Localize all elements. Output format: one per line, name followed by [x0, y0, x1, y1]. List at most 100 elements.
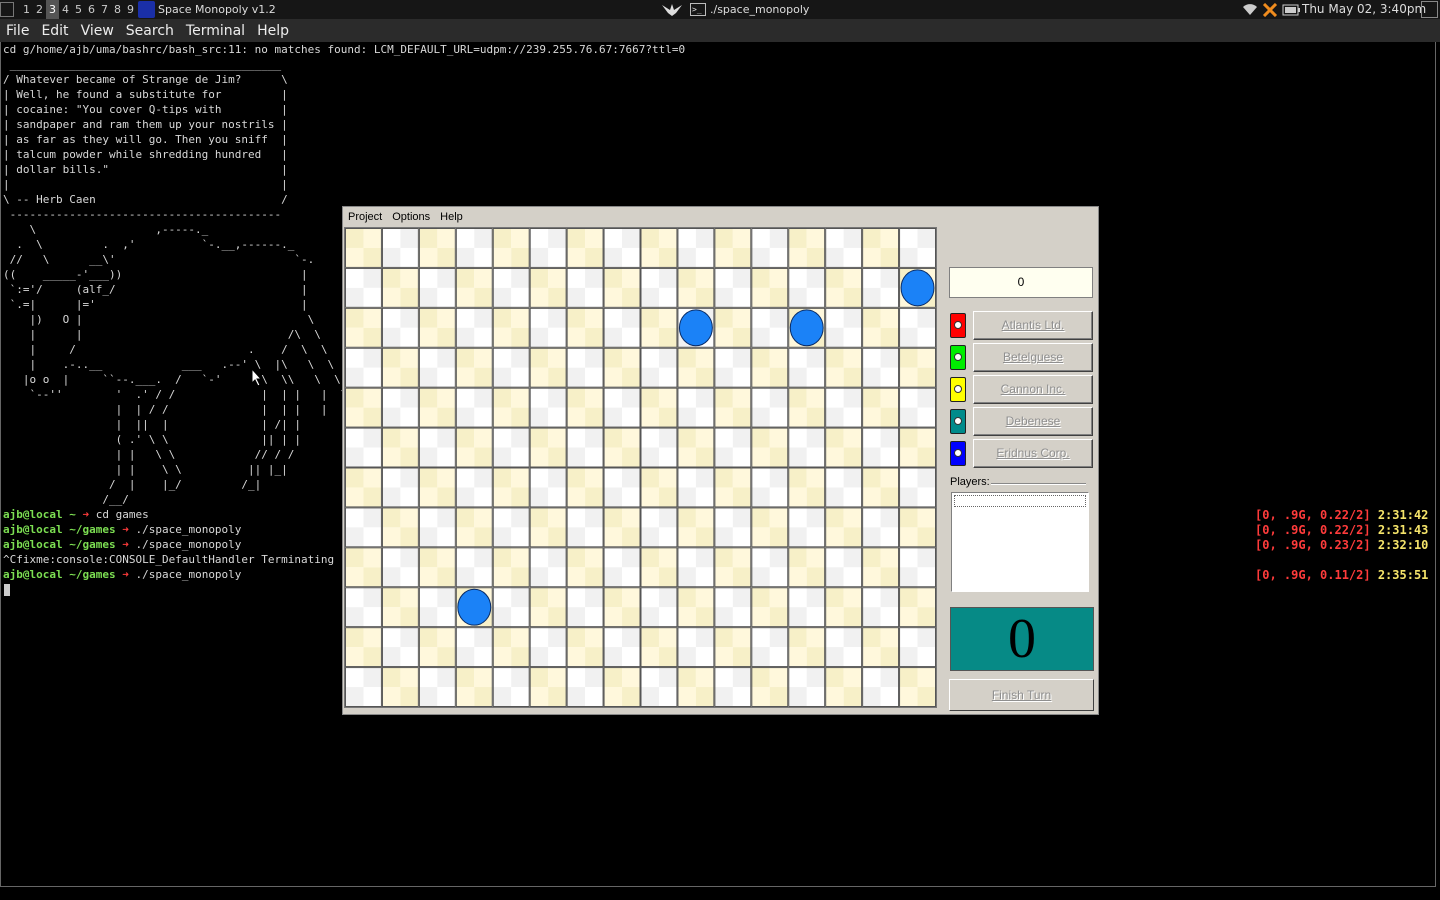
board-cell[interactable]	[345, 267, 382, 308]
board-cell[interactable]	[788, 228, 826, 268]
board-cell[interactable]	[529, 627, 567, 668]
board-cell[interactable]	[418, 587, 456, 628]
board-cell[interactable]	[345, 467, 382, 508]
board-cell[interactable]	[529, 267, 567, 308]
board-cell[interactable]	[862, 347, 900, 388]
board-cell[interactable]	[381, 547, 419, 588]
board-cell[interactable]	[640, 427, 678, 468]
board-cell[interactable]	[714, 467, 752, 508]
board-cell[interactable]	[825, 307, 863, 348]
board-cell[interactable]	[345, 507, 382, 548]
board-cell[interactable]	[603, 307, 641, 348]
finish-turn-button[interactable]: Finish Turn	[949, 679, 1094, 711]
board-cell[interactable]	[418, 547, 456, 588]
board-cell[interactable]	[492, 587, 530, 628]
terminal-menu-terminal[interactable]: Terminal	[184, 23, 247, 39]
board-cell[interactable]	[788, 587, 826, 628]
board-cell[interactable]	[345, 667, 382, 707]
board-cell[interactable]	[862, 547, 900, 588]
board-cell[interactable]	[714, 507, 752, 548]
board-cell[interactable]	[418, 347, 456, 388]
board-cell[interactable]	[455, 667, 493, 707]
board-cell[interactable]	[862, 228, 900, 268]
board-cell[interactable]	[788, 627, 826, 668]
board-cell[interactable]	[381, 507, 419, 548]
board-cell[interactable]	[677, 587, 715, 628]
board-cell[interactable]	[345, 627, 382, 668]
board-cell[interactable]	[640, 387, 678, 428]
board-cell[interactable]	[751, 387, 789, 428]
x-icon[interactable]	[1262, 2, 1278, 17]
board-cell[interactable]	[345, 228, 382, 268]
board-cell[interactable]	[714, 387, 752, 428]
board-cell[interactable]	[899, 467, 936, 508]
board-cell[interactable]	[381, 587, 419, 628]
board-cell[interactable]	[418, 267, 456, 308]
game-menu-options[interactable]: Options	[387, 211, 435, 223]
board-cell[interactable]	[788, 387, 826, 428]
board-cell[interactable]	[492, 387, 530, 428]
board-cell[interactable]	[714, 547, 752, 588]
board-cell[interactable]	[529, 587, 567, 628]
board-cell[interactable]	[566, 467, 604, 508]
board-cell[interactable]	[751, 587, 789, 628]
board-cell[interactable]	[603, 587, 641, 628]
board-cell[interactable]	[899, 307, 936, 348]
board-cell[interactable]	[529, 467, 567, 508]
board-cell[interactable]	[788, 667, 826, 707]
game-menu-help[interactable]: Help	[435, 211, 468, 223]
board-cell[interactable]	[492, 547, 530, 588]
board-cell[interactable]	[381, 347, 419, 388]
board-cell[interactable]	[418, 467, 456, 508]
board-cell[interactable]	[640, 587, 678, 628]
board-cell[interactable]	[529, 547, 567, 588]
board-cell[interactable]	[529, 507, 567, 548]
board-cell[interactable]	[566, 587, 604, 628]
board-cell[interactable]	[751, 467, 789, 508]
board-cell[interactable]	[788, 547, 826, 588]
board-cell[interactable]	[603, 387, 641, 428]
clock[interactable]: Thu May 02, 3:40pm	[1302, 0, 1426, 19]
board-cell[interactable]	[788, 507, 826, 548]
board-cell[interactable]	[529, 387, 567, 428]
terminal-menu-edit[interactable]: Edit	[39, 23, 70, 39]
board-cell[interactable]	[455, 627, 493, 668]
board-cell[interactable]	[714, 228, 752, 268]
board-cell[interactable]	[862, 467, 900, 508]
bird-icon[interactable]	[660, 2, 684, 17]
board-cell[interactable]	[455, 307, 493, 348]
board-cell[interactable]	[640, 347, 678, 388]
board-cell[interactable]	[381, 228, 419, 268]
board-cell[interactable]	[899, 427, 936, 468]
board-cell[interactable]	[862, 307, 900, 348]
board-cell[interactable]	[714, 667, 752, 707]
board-cell[interactable]	[566, 228, 604, 268]
board-cell[interactable]	[825, 267, 863, 308]
board-cell[interactable]	[603, 507, 641, 548]
board-cell[interactable]	[566, 627, 604, 668]
board-cell[interactable]	[751, 507, 789, 548]
board-cell[interactable]	[862, 427, 900, 468]
board-cell[interactable]	[529, 347, 567, 388]
board-cell[interactable]	[345, 587, 382, 628]
board-cell[interactable]	[529, 307, 567, 348]
board-cell[interactable]	[899, 228, 936, 268]
board-cell[interactable]	[677, 387, 715, 428]
game-board[interactable]	[344, 227, 937, 708]
board-cell[interactable]	[862, 667, 900, 707]
board-cell[interactable]	[345, 387, 382, 428]
workspace-2[interactable]: 2	[33, 0, 46, 19]
board-cell[interactable]	[751, 347, 789, 388]
space-monopoly-app-icon[interactable]	[138, 1, 155, 18]
board-cell[interactable]	[455, 507, 493, 548]
board-cell[interactable]	[862, 507, 900, 548]
workspace-4[interactable]: 4	[59, 0, 72, 19]
board-cell[interactable]	[825, 547, 863, 588]
board-cell[interactable]	[492, 267, 530, 308]
board-cell[interactable]	[899, 667, 936, 707]
board-cell[interactable]	[788, 347, 826, 388]
board-cell[interactable]	[455, 467, 493, 508]
board-cell[interactable]	[640, 627, 678, 668]
board-cell[interactable]	[825, 228, 863, 268]
board-cell[interactable]	[825, 507, 863, 548]
